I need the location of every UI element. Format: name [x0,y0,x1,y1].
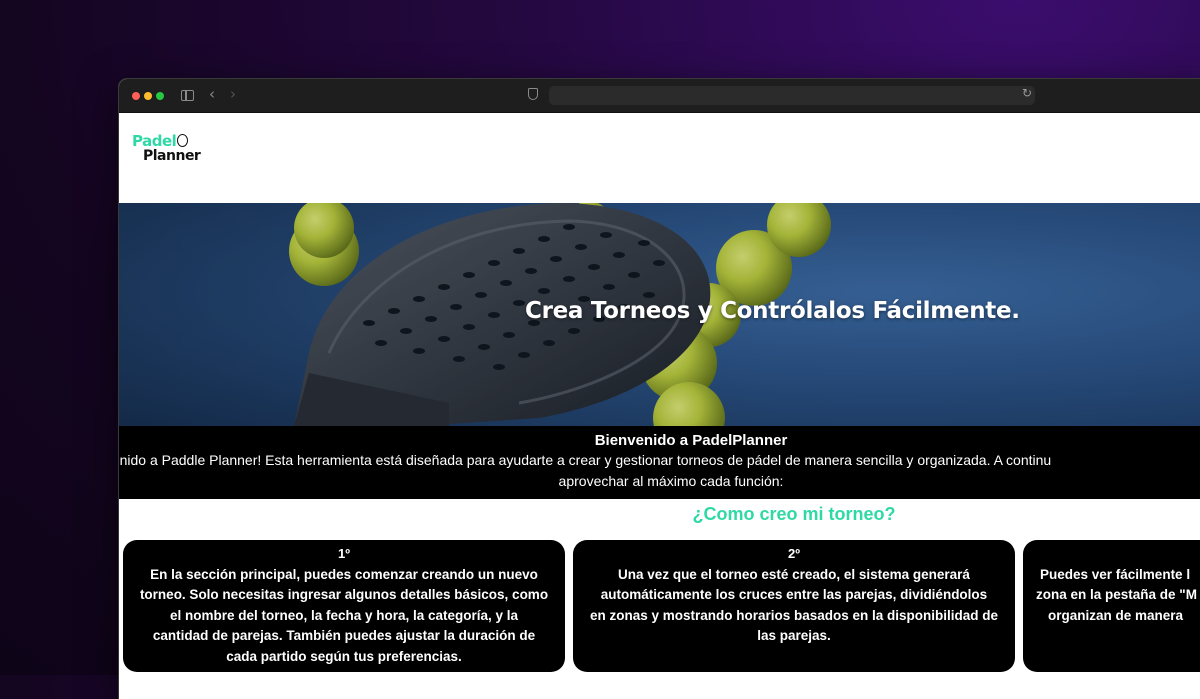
maximize-window-button[interactable] [156,92,164,100]
welcome-text-line1: Bienvenido a Paddle Planner! Esta herram… [119,452,1052,468]
step-text-line: en zonas y mostrando horarios basados en… [589,607,999,623]
step-text-line: organizan de manera [1048,607,1184,623]
racket-icon [177,134,189,147]
hero-banner: Crea Torneos y Contrólalos Fácilmente. [119,203,1200,426]
step-text-line: las parejas. [757,628,831,643]
step-text-line: el nombre del torneo, la fecha y hora, l… [169,607,519,623]
step-text-line: automáticamente los cruces entre las par… [600,587,988,602]
step-text-line: Puedes ver fácilmente l [1040,566,1191,582]
padel-planner-logo[interactable]: Padel Planner [132,133,201,164]
step-card-2: 2º Una vez que el torneo esté creado, el… [573,540,1015,672]
step-number: 1º [338,546,350,561]
how-to-title: ¿Como creo mi torneo? [692,504,896,524]
welcome-title: Bienvenido a PadelPlanner [594,432,788,449]
welcome-section: Bienvenido a PadelPlanner Bienvenido a P… [119,426,1200,499]
reload-icon[interactable]: ↻ [1022,86,1032,100]
step-number: 2º [788,546,800,561]
step-text-line: Una vez que el torneo esté creado, el si… [618,566,970,582]
browser-window: ‹ › ↻ Padel Planner Crea Torneos y Contr… [119,79,1200,699]
web-page: Padel Planner Crea Torneos y Contrólalos… [119,113,1200,699]
step-text-line: cada partido según tus preferencias. [226,648,462,664]
shield-icon[interactable] [528,88,538,100]
step-card-3: Puedes ver fácilmente l zona en la pesta… [1023,540,1200,672]
welcome-text-line2: aprovechar al máximo cada función: [558,473,784,489]
address-bar[interactable] [549,86,1035,105]
step-card-1: 1º En la sección principal, puedes comen… [123,540,565,672]
hero-title: Crea Torneos y Contrólalos Fácilmente. [525,298,1020,324]
forward-icon[interactable]: › [230,86,236,102]
step-text-line: zona en la pestaña de "M [1036,587,1197,602]
step-text-line: torneo. Solo necesitas ingresar algunos … [139,587,549,602]
sidebar-toggle-icon[interactable] [181,90,194,101]
close-window-button[interactable] [132,92,140,100]
step-number [1023,544,1200,565]
site-header: Padel Planner [119,113,1200,203]
step-text-line: cantidad de parejas. También puedes ajus… [152,628,536,643]
logo-text-planner: Planner [143,148,201,164]
browser-toolbar: ‹ › ↻ [119,79,1200,113]
back-icon[interactable]: ‹ [209,86,215,102]
step-text-line: En la sección principal, puedes comenzar… [150,566,538,582]
minimize-window-button[interactable] [144,92,152,100]
